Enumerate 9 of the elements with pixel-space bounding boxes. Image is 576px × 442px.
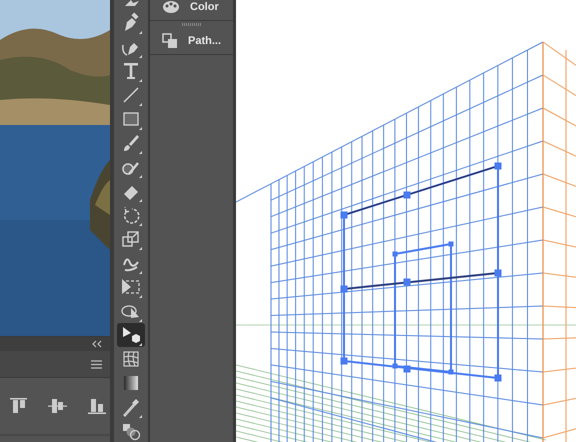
- align-bottom-icon[interactable]: [88, 398, 106, 414]
- align-vertical-center-icon[interactable]: [48, 399, 67, 413]
- collapse-icon[interactable]: [92, 340, 102, 348]
- tool-button[interactable]: [117, 323, 145, 347]
- align-top-icon[interactable]: [10, 398, 27, 414]
- menu-icon[interactable]: [91, 360, 102, 368]
- panel-tab[interactable]: Color: [150, 0, 233, 21]
- grip-icon[interactable]: [182, 23, 202, 26]
- pathfinder-icon: [162, 33, 178, 49]
